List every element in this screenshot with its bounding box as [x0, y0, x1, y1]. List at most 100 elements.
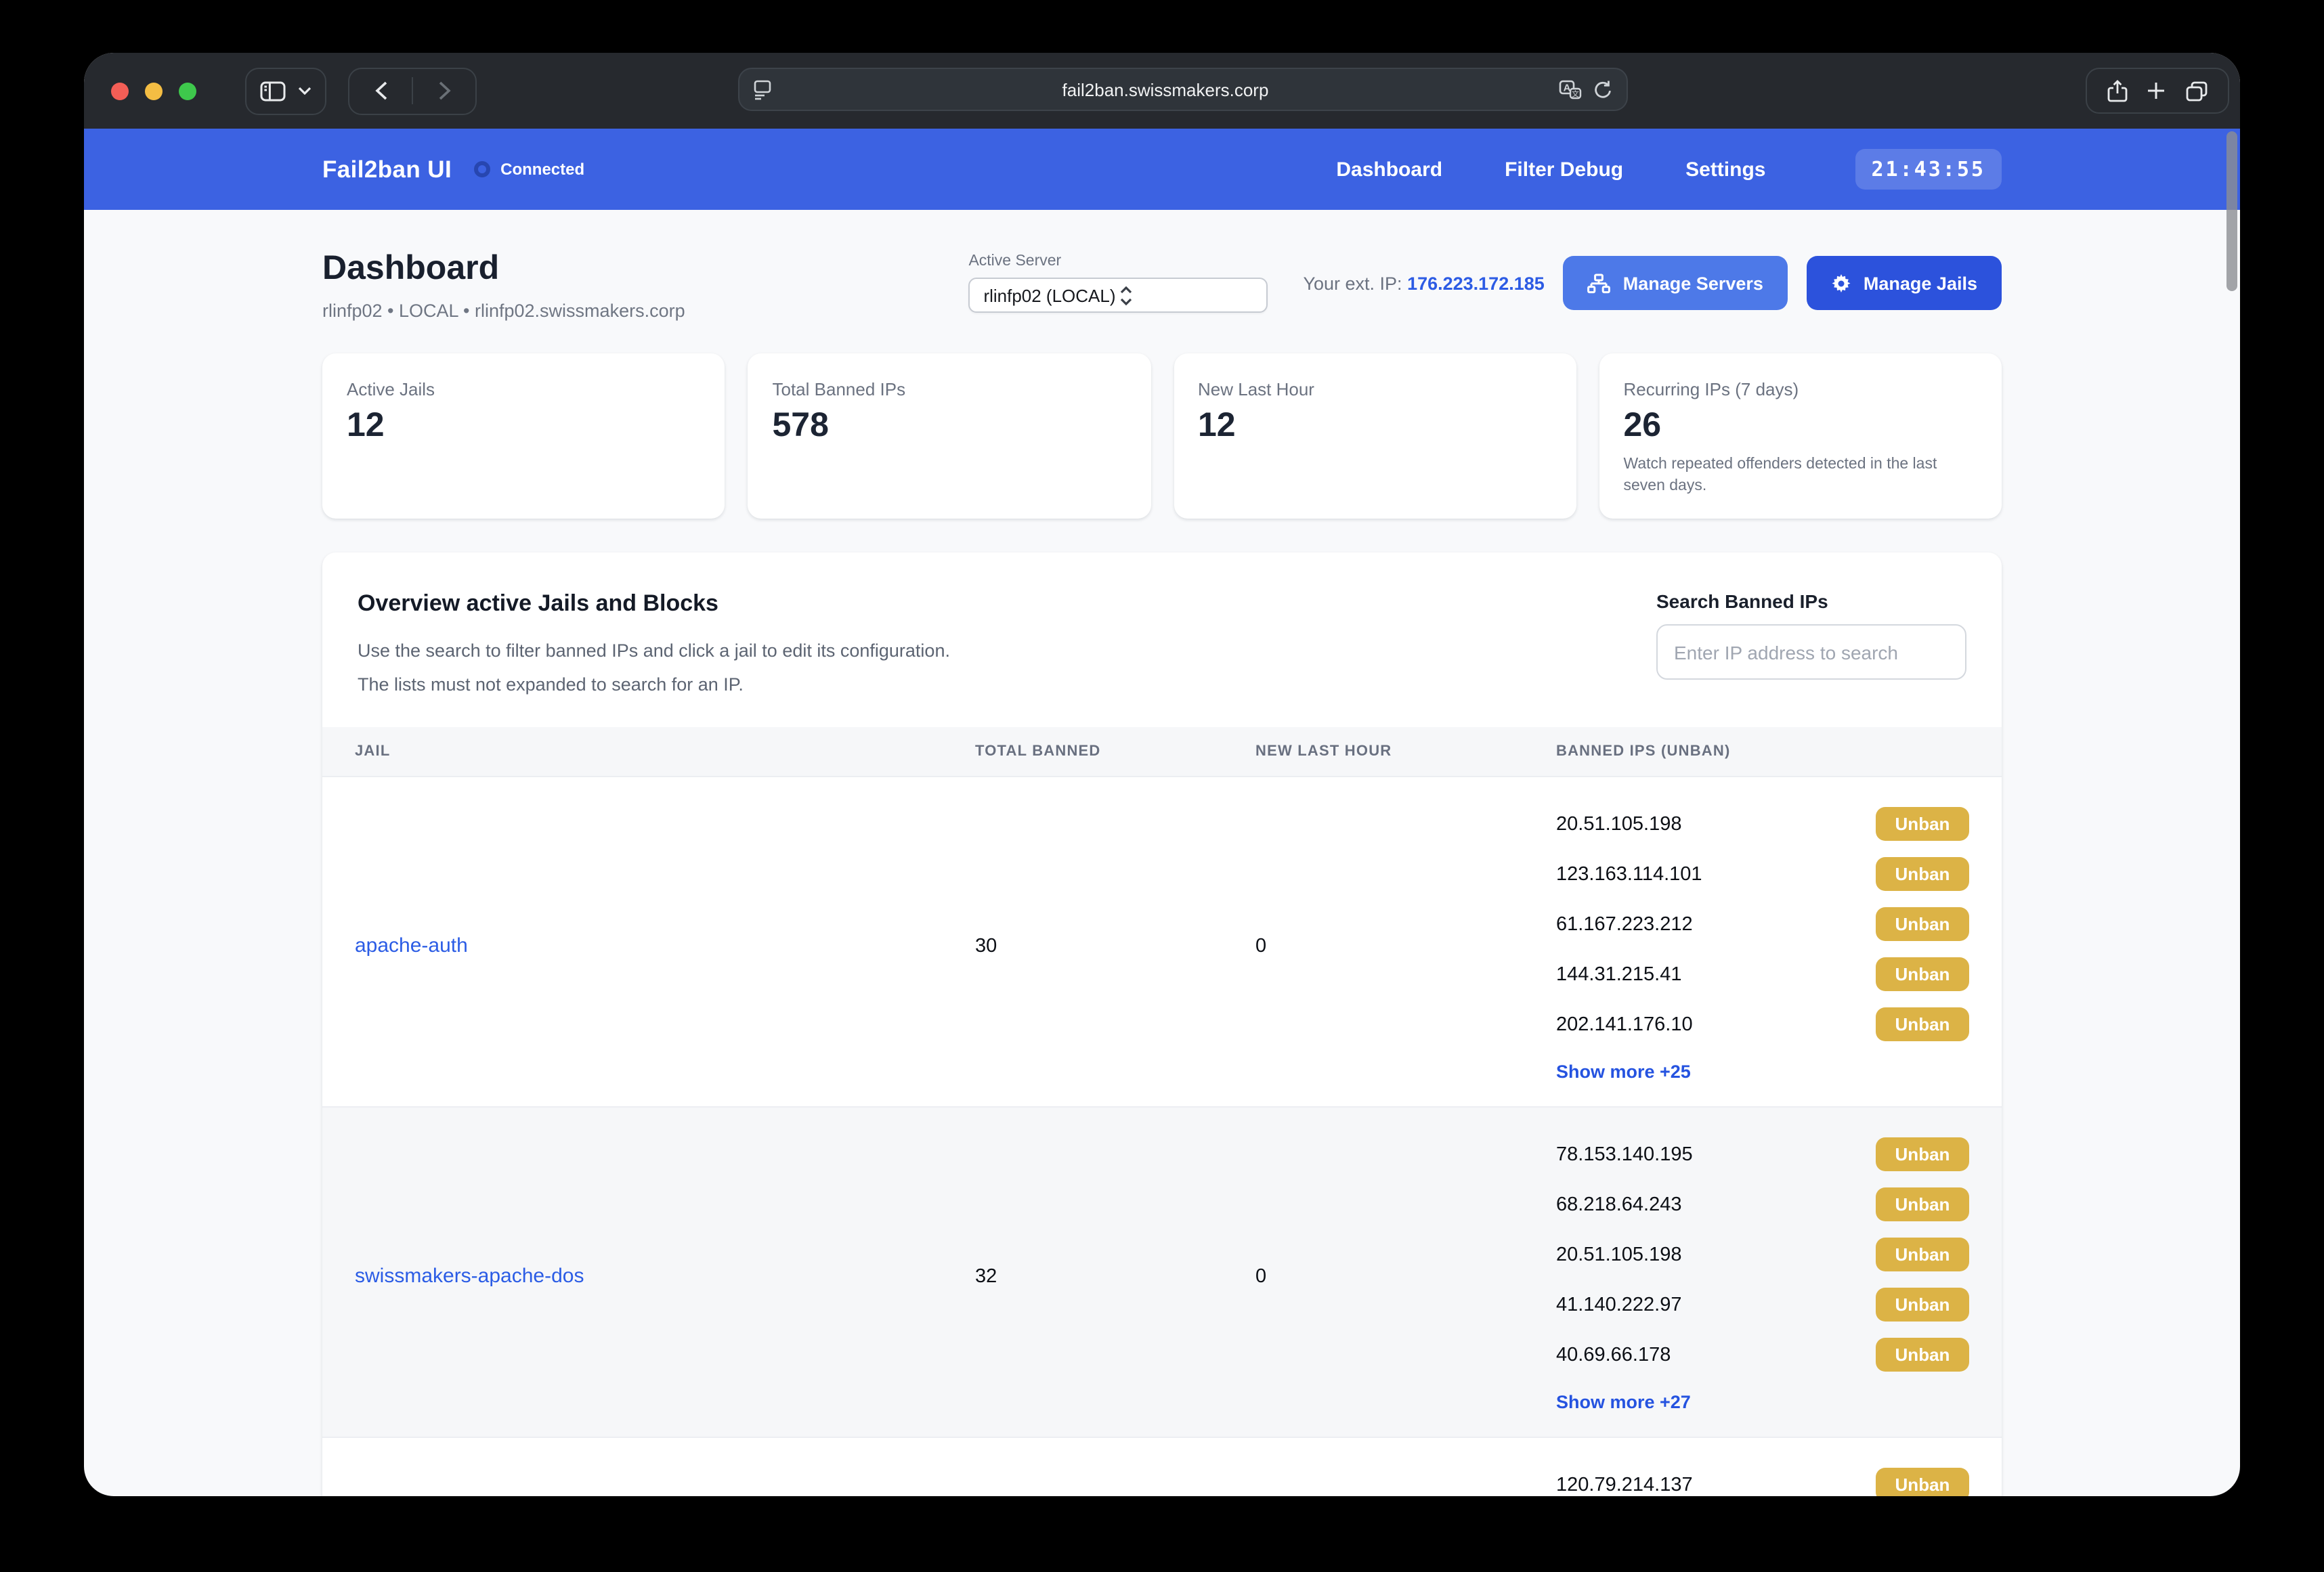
minimize-window-button[interactable]: [145, 82, 163, 100]
nav-link-filter-debug[interactable]: Filter Debug: [1505, 158, 1623, 181]
table-body: apache-auth30020.51.105.198Unban123.163.…: [322, 776, 2002, 1496]
external-ip-value: 176.223.172.185: [1407, 273, 1545, 293]
stat-value: 12: [1198, 406, 1552, 445]
stat-value: 12: [347, 406, 701, 445]
column-header-banned-ips: BANNED IPS (UNBAN): [1556, 743, 1969, 760]
banned-ip-label: 20.51.105.198: [1556, 1244, 1681, 1265]
show-more-link[interactable]: Show more +27: [1556, 1392, 1691, 1412]
column-header-new-last-hour: NEW LAST HOUR: [1255, 743, 1556, 760]
jail-link[interactable]: apache-auth: [355, 934, 468, 957]
new-tab-icon[interactable]: [2147, 81, 2166, 100]
window-controls: [111, 82, 196, 100]
jail-link[interactable]: swissmakers-apache-dos: [355, 1264, 584, 1287]
banned-ip-label: 78.153.140.195: [1556, 1143, 1693, 1165]
page-content: Dashboard rlinfp02 • LOCAL • rlinfp02.sw…: [84, 210, 2240, 1496]
nav-link-dashboard[interactable]: Dashboard: [1336, 158, 1442, 181]
stat-card-new-last-hour: New Last Hour 12: [1174, 353, 1576, 519]
status-ring-icon: [473, 161, 490, 177]
unban-button[interactable]: Unban: [1876, 1238, 1969, 1271]
translate-icon[interactable]: A 文: [1559, 79, 1582, 100]
banned-ip-label: 68.218.64.243: [1556, 1194, 1681, 1215]
svg-text:文: 文: [1572, 88, 1579, 97]
page-title: Dashboard: [322, 249, 968, 288]
banned-ip-label: 61.167.223.212: [1556, 913, 1693, 935]
sitemap-icon: [1588, 273, 1611, 293]
new-last-hour-cell: 0: [1255, 935, 1556, 957]
banned-ip-row: 123.163.114.101 Unban: [1556, 857, 1969, 891]
unban-button[interactable]: Unban: [1876, 1338, 1969, 1372]
banned-ip-row: 20.51.105.198 Unban: [1556, 1238, 1969, 1271]
gear-icon: [1831, 273, 1851, 293]
banned-ip-row: 61.167.223.212 Unban: [1556, 907, 1969, 941]
search-label: Search Banned IPs: [1656, 590, 1966, 612]
panel-description-line2: The lists must not expanded to search fo…: [358, 668, 950, 701]
nav-link-settings[interactable]: Settings: [1685, 158, 1765, 181]
back-button[interactable]: [349, 67, 412, 114]
forward-button[interactable]: [413, 67, 475, 114]
show-more-link[interactable]: Show more +25: [1556, 1062, 1691, 1082]
stat-card-active-jails: Active Jails 12: [322, 353, 725, 519]
browser-window: fail2ban.swissmakers.corp A 文: [84, 53, 2240, 1496]
close-window-button[interactable]: [111, 82, 129, 100]
active-server-label: Active Server: [968, 253, 1268, 269]
share-icon[interactable]: [2107, 79, 2128, 102]
total-banned-cell: 32: [975, 1265, 1255, 1287]
server-clock: 21:43:55: [1855, 149, 2002, 190]
new-last-hour-cell: 0: [1255, 1265, 1556, 1287]
external-ip: Your ext. IP: 176.223.172.185: [1303, 273, 1544, 293]
table-row: swissmakers-apache-dos 320 78.153.140.195 U…: [322, 1106, 2002, 1437]
zoom-window-button[interactable]: [179, 82, 196, 100]
banned-ip-label: 40.69.66.178: [1556, 1344, 1671, 1366]
banned-ip-label: 144.31.215.41: [1556, 963, 1681, 985]
banned-ip-label: 123.163.114.101: [1556, 863, 1702, 885]
sidebar-toggle-button[interactable]: [245, 67, 326, 114]
unban-button[interactable]: Unban: [1876, 1187, 1969, 1221]
banned-ip-label: 41.140.222.97: [1556, 1294, 1681, 1315]
banned-ip-row: 120.79.214.137 Unban: [1556, 1468, 1969, 1496]
jails-table: JAIL TOTAL BANNED NEW LAST HOUR BANNED I…: [322, 727, 2002, 1496]
reader-icon[interactable]: [753, 79, 772, 100]
unban-button[interactable]: Unban: [1876, 1007, 1969, 1041]
unban-button[interactable]: Unban: [1876, 1468, 1969, 1496]
unban-button[interactable]: Unban: [1876, 957, 1969, 991]
unban-button[interactable]: Unban: [1876, 907, 1969, 941]
page-subtitle: rlinfp02 • LOCAL • rlinfp02.swissmakers.…: [322, 301, 968, 321]
banned-ip-row: 68.218.64.243 Unban: [1556, 1187, 1969, 1221]
unban-button[interactable]: Unban: [1876, 1288, 1969, 1322]
stat-label: Total Banned IPs: [773, 379, 1127, 399]
active-server-select[interactable]: rlinfp02 (LOCAL): [968, 278, 1268, 313]
jail-cell: swissmakers-apache-dos: [355, 1264, 975, 1288]
banned-ip-row: 40.69.66.178 Unban: [1556, 1338, 1969, 1372]
search-input[interactable]: [1656, 624, 1966, 680]
manage-servers-button[interactable]: Manage Servers: [1564, 256, 1788, 310]
unban-button[interactable]: Unban: [1876, 857, 1969, 891]
stat-label: Active Jails: [347, 379, 701, 399]
banned-ip-row: 41.140.222.97 Unban: [1556, 1288, 1969, 1322]
stat-value: 26: [1624, 406, 1978, 445]
manage-servers-label: Manage Servers: [1623, 273, 1763, 293]
reload-icon[interactable]: [1593, 79, 1613, 100]
panel-description-line1: Use the search to filter banned IPs and …: [358, 634, 950, 668]
connection-status: Connected: [473, 160, 584, 179]
toolbar-right-group: [2086, 68, 2229, 114]
history-nav-group: [348, 67, 477, 114]
stat-label: New Last Hour: [1198, 379, 1552, 399]
unban-button[interactable]: Unban: [1876, 807, 1969, 841]
browser-toolbar: fail2ban.swissmakers.corp A 文: [84, 53, 2240, 129]
page-scrollbar[interactable]: [2226, 131, 2237, 291]
stat-card-recurring-ips: Recurring IPs (7 days) 26 Watch repeated…: [1599, 353, 2002, 519]
stat-card-total-banned: Total Banned IPs 578: [748, 353, 1151, 519]
select-chevrons-icon: [1119, 285, 1255, 305]
url-text: fail2ban.swissmakers.corp: [772, 79, 1559, 100]
banned-ip-label: 202.141.176.10: [1556, 1013, 1693, 1035]
address-bar[interactable]: fail2ban.swissmakers.corp A 文: [738, 68, 1628, 111]
manage-jails-label: Manage Jails: [1864, 273, 1977, 293]
banned-ip-label: 120.79.214.137: [1556, 1474, 1693, 1495]
stat-description: Watch repeated offenders detected in the…: [1624, 454, 1978, 497]
manage-jails-button[interactable]: Manage Jails: [1807, 256, 2002, 310]
banned-ip-label: 20.51.105.198: [1556, 813, 1681, 835]
jail-cell: apache-auth: [355, 934, 975, 958]
tab-overview-icon[interactable]: [2186, 81, 2208, 101]
external-ip-label: Your ext. IP:: [1303, 273, 1402, 293]
unban-button[interactable]: Unban: [1876, 1137, 1969, 1171]
